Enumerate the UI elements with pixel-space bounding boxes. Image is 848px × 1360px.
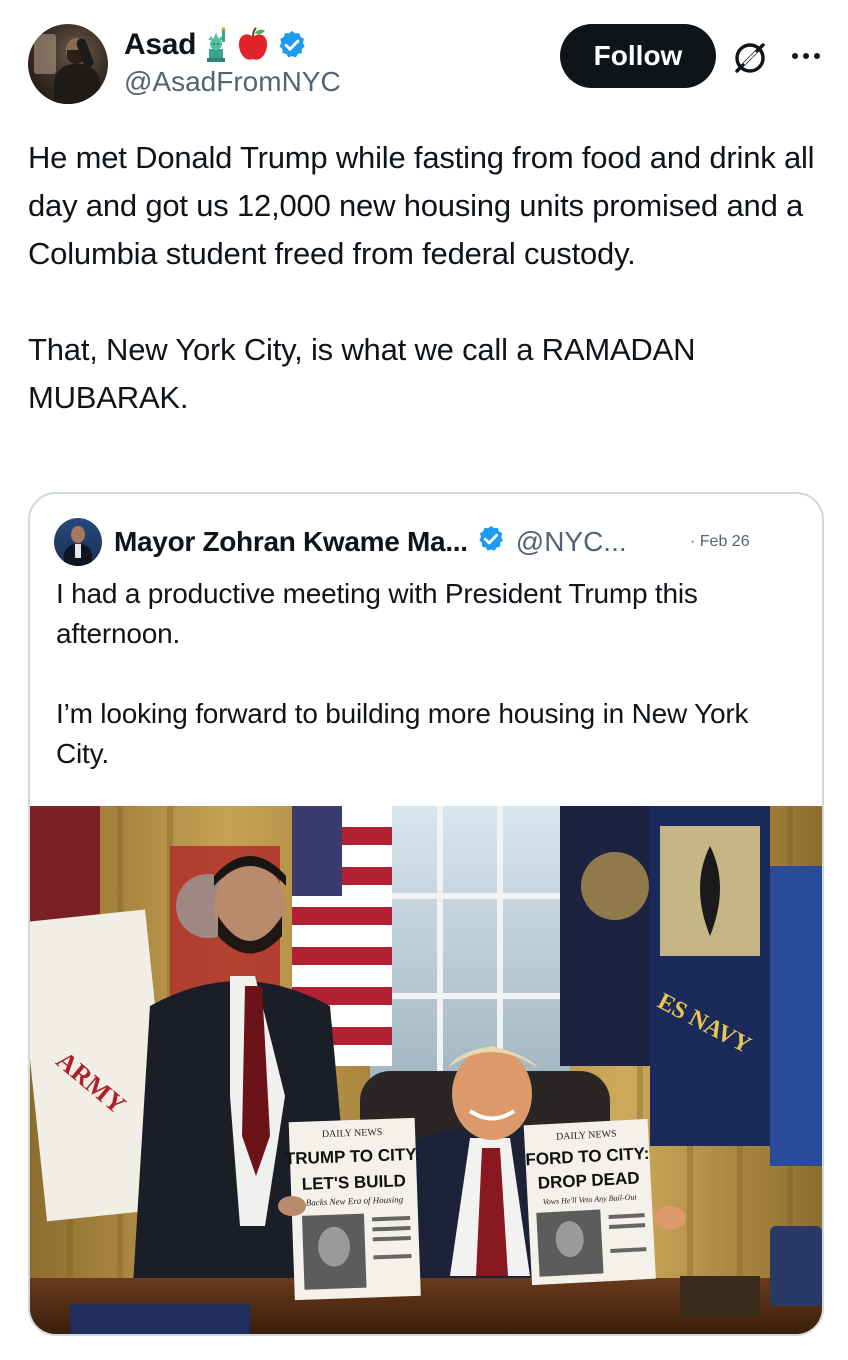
tweet-paragraph: He met Donald Trump while fasting from f…: [28, 140, 815, 271]
author-handle[interactable]: @AsadFromNYC: [124, 66, 341, 98]
quoted-author-name[interactable]: Mayor Zohran Kwame Ma...: [114, 526, 468, 558]
follow-button[interactable]: Follow: [560, 24, 716, 88]
quoted-tweet-card[interactable]: Mayor Zohran Kwame Ma... @NYC... · Feb 2…: [28, 492, 824, 1336]
author-name-row[interactable]: Asad: [124, 26, 308, 64]
quoted-text: I had a productive meeting with Presiden…: [56, 574, 796, 774]
author-display-name[interactable]: Asad: [124, 28, 196, 62]
verified-badge-icon: [276, 29, 308, 61]
grok-icon[interactable]: [730, 38, 770, 78]
left-paper-masthead: DAILY NEWS: [322, 1127, 383, 1140]
quoted-paragraph: I’m looking forward to building more hou…: [56, 698, 749, 769]
quoted-date[interactable]: · Feb 26: [690, 522, 750, 562]
tweet-text: He met Donald Trump while fasting from f…: [28, 134, 818, 422]
quoted-author-avatar[interactable]: [54, 518, 102, 566]
statue-of-liberty-icon: [198, 27, 234, 63]
author-avatar[interactable]: [28, 24, 108, 104]
more-options-icon[interactable]: [788, 46, 824, 66]
quoted-author-handle[interactable]: @NYC...: [516, 526, 627, 558]
quoted-header: Mayor Zohran Kwame Ma... @NYC...: [114, 522, 627, 562]
tweet: Asad @AsadFromNYC Follow He met Donald T…: [0, 0, 848, 1360]
tweet-paragraph: That, New York City, is what we call a R…: [28, 332, 696, 415]
quoted-paragraph: I had a productive meeting with Presiden…: [56, 578, 698, 649]
left-paper-headline-2: LET'S BUILD: [301, 1171, 406, 1194]
apple-icon: [236, 27, 270, 63]
quoted-photo[interactable]: ARMY ES NAVY DAILY NEWS TRUMP TO CITY: L…: [30, 806, 822, 1334]
verified-badge-icon: [476, 524, 506, 561]
